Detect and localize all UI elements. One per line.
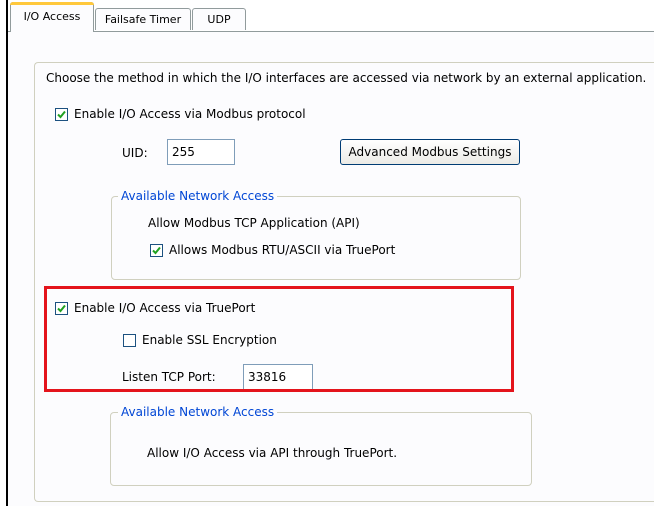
checkmark-icon (152, 246, 161, 255)
modbus-rtu-label[interactable]: Allows Modbus RTU/ASCII via TruePort (169, 243, 395, 257)
tab-udp[interactable]: UDP (192, 8, 246, 30)
uid-input[interactable] (167, 139, 235, 165)
modbus-group-title: Available Network Access (118, 189, 278, 203)
intro-text: Choose the method in which the I/O inter… (46, 71, 647, 85)
uid-label: UID: (122, 146, 148, 160)
trueport-group-title: Available Network Access (118, 405, 278, 419)
modbus-enable-label[interactable]: Enable I/O Access via Modbus protocol (74, 107, 306, 121)
modbus-api-text: Allow Modbus TCP Application (API) (148, 216, 360, 230)
modbus-enable-checkbox[interactable] (55, 108, 68, 121)
tab-udp-label: UDP (207, 13, 231, 26)
tab-failsafe-timer-label: Failsafe Timer (104, 13, 182, 26)
modbus-network-access-group (111, 196, 521, 280)
checkmark-icon (57, 110, 66, 119)
tab-failsafe-timer[interactable]: Failsafe Timer (95, 8, 191, 30)
advanced-modbus-settings-button[interactable]: Advanced Modbus Settings (340, 139, 520, 165)
tab-io-access-label: I/O Access (23, 10, 81, 23)
highlight-box (44, 286, 514, 392)
tab-io-access[interactable]: I/O Access (10, 2, 94, 32)
trueport-api-text: Allow I/O Access via API through TruePor… (147, 446, 398, 460)
modbus-rtu-checkbox[interactable] (150, 244, 163, 257)
